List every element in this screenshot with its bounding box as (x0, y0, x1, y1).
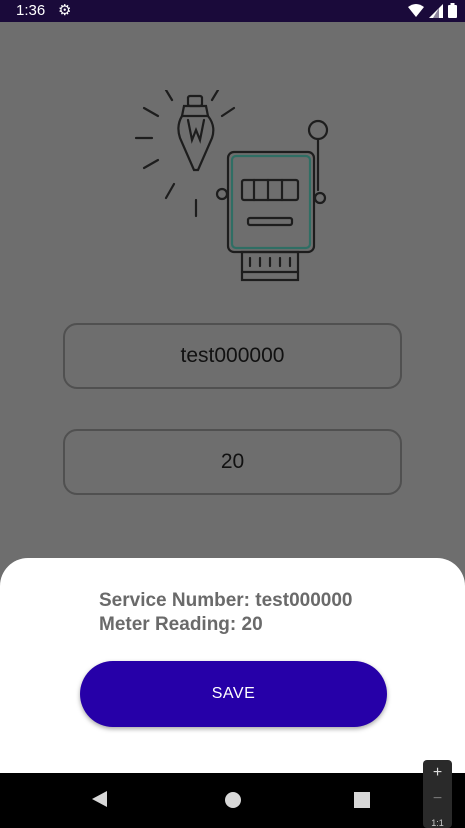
home-icon[interactable] (225, 792, 241, 808)
navigation-bar (0, 773, 465, 828)
battery-icon (448, 3, 457, 18)
service-number-summary: Service Number: test000000 (99, 590, 353, 611)
wifi-icon (408, 3, 424, 17)
meter-reading-value: 20 (220, 450, 245, 473)
save-button[interactable]: SAVE (80, 661, 387, 727)
save-button-label: SAVE (211, 685, 256, 702)
gear-icon: ⚙ (58, 2, 72, 19)
recents-icon[interactable] (354, 792, 370, 808)
confirmation-bottom-sheet: Service Number: test000000 Meter Reading… (0, 558, 465, 773)
meter-reading-field[interactable]: 20 (63, 429, 402, 495)
signal-icon (429, 3, 443, 18)
status-time: 1:36 (16, 2, 46, 19)
service-number-value: test000000 (180, 344, 285, 367)
zoom-ratio-label[interactable]: 1:1 (423, 818, 452, 828)
zoom-control: + − 1:1 (423, 760, 452, 828)
meter-reading-summary: Meter Reading: 20 (99, 614, 263, 635)
status-icons (408, 3, 457, 18)
status-bar: 1:36 ⚙ (0, 0, 465, 22)
zoom-in-button[interactable]: + (423, 764, 452, 782)
zoom-out-button[interactable]: − (423, 790, 452, 808)
service-number-field[interactable]: test000000 (63, 323, 402, 389)
bulb-and-meter-icon (134, 90, 329, 282)
back-icon[interactable] (92, 791, 107, 807)
